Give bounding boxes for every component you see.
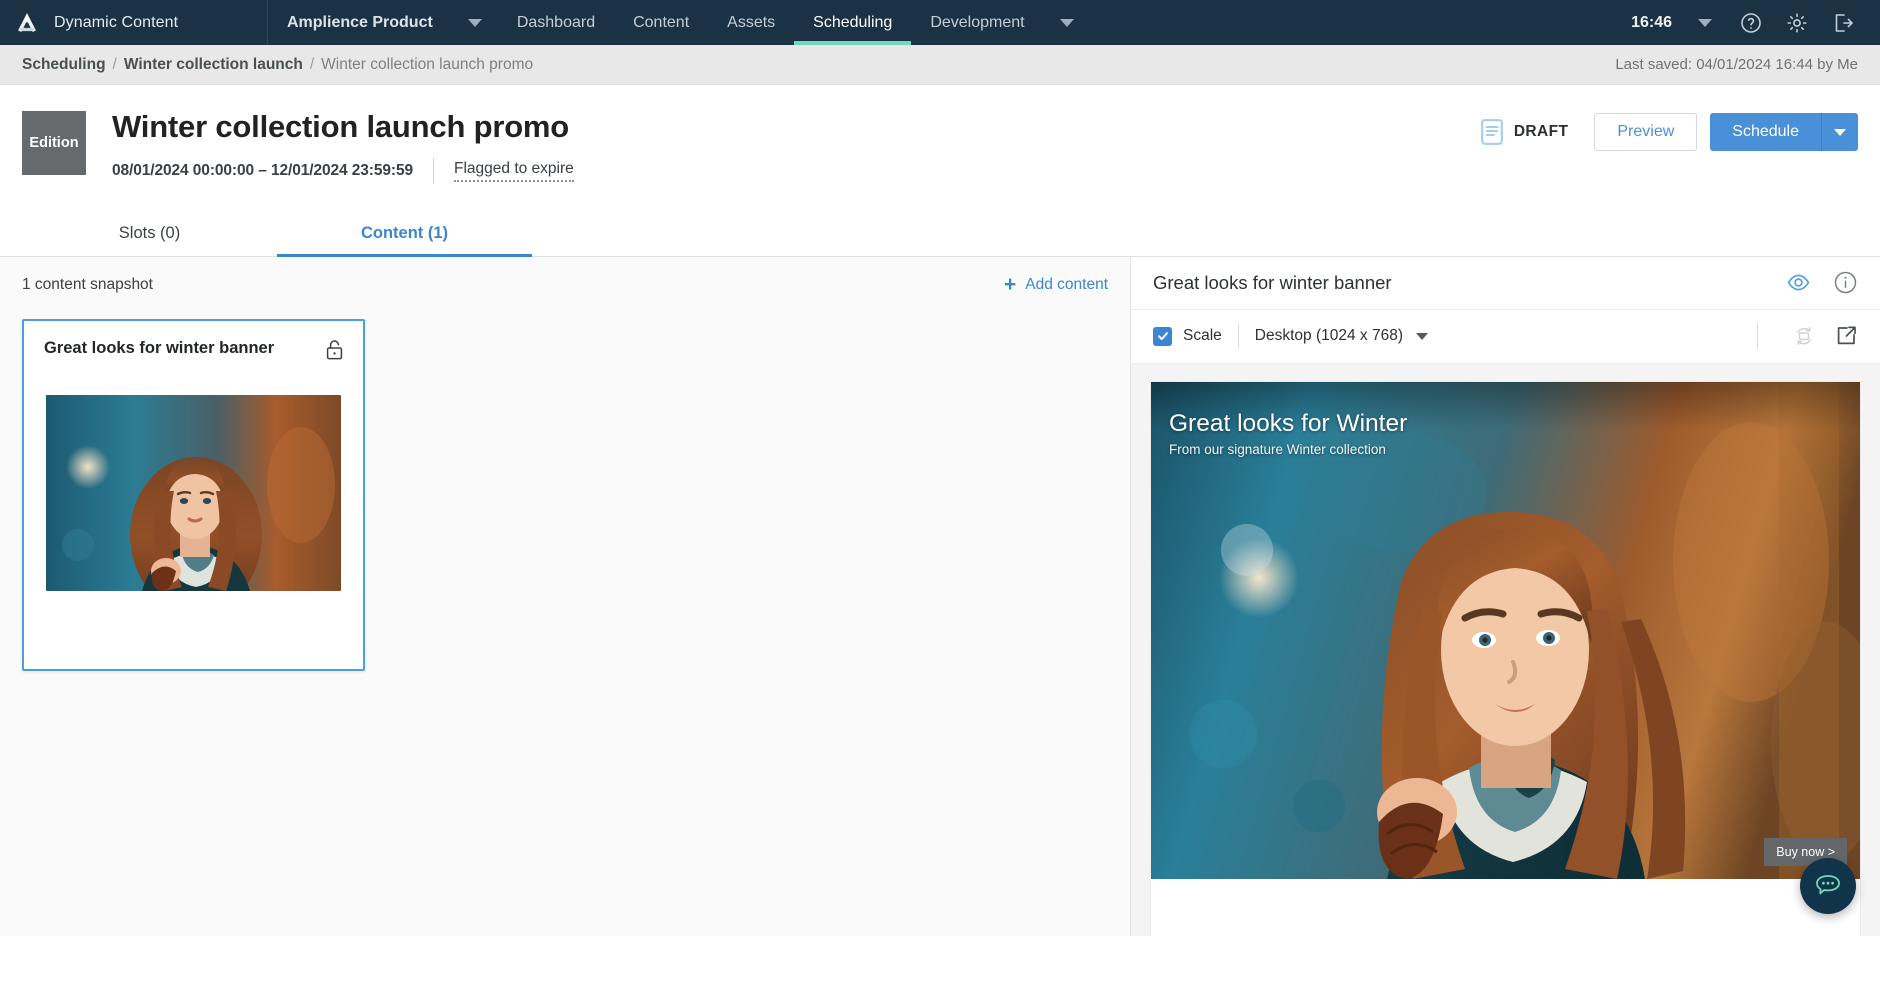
check-icon xyxy=(1157,332,1168,341)
brand-block[interactable]: Dynamic Content xyxy=(0,0,268,45)
chevron-down-icon xyxy=(1698,18,1712,27)
nav-item-content[interactable]: Content xyxy=(614,0,708,45)
preview-pane: Great looks for winter banner Scale Desk… xyxy=(1131,256,1880,936)
preview-stage: Great looks for Winter From our signatur… xyxy=(1131,363,1880,936)
nav-item-scheduling[interactable]: Scheduling xyxy=(794,0,912,45)
brand-label: Dynamic Content xyxy=(54,13,179,31)
breadcrumb-separator: / xyxy=(309,55,315,73)
gear-icon xyxy=(1787,12,1807,33)
winter-banner-thumbnail-image xyxy=(46,394,341,591)
content-list-pane: 1 content snapshot + Add content Great l… xyxy=(0,256,1131,936)
page-subheader: 08/01/2024 00:00:00 – 12/01/2024 23:59:5… xyxy=(112,157,574,184)
status-label: DRAFT xyxy=(1513,123,1569,140)
amplience-logo-icon xyxy=(14,10,40,36)
info-circle-icon[interactable] xyxy=(1833,270,1858,295)
snapshot-count-label: 1 content snapshot xyxy=(22,275,153,293)
nav-overflow-caret[interactable] xyxy=(1044,0,1090,45)
preview-frame: Great looks for Winter From our signatur… xyxy=(1151,381,1860,936)
edition-date-range: 08/01/2024 00:00:00 – 12/01/2024 23:59:5… xyxy=(112,161,413,179)
logout-button[interactable] xyxy=(1820,0,1866,45)
breadcrumb-item-scheduling[interactable]: Scheduling xyxy=(22,56,106,74)
chat-bubble-icon xyxy=(1816,874,1840,894)
schedule-button-group: Schedule xyxy=(1710,113,1858,151)
content-snapshot-card[interactable]: Great looks for winter banner xyxy=(22,318,365,671)
top-navigation-bar: Dynamic Content Amplience Product Dashbo… xyxy=(0,0,1880,45)
preview-pane-header: Great looks for winter banner xyxy=(1131,257,1880,310)
last-saved-text: Last saved: 04/01/2024 16:44 by Me xyxy=(1615,56,1858,73)
divider xyxy=(433,157,434,184)
page-header-text: Winter collection launch promo 08/01/202… xyxy=(112,107,574,184)
rotate-device-icon[interactable] xyxy=(1792,324,1816,348)
divider xyxy=(1237,323,1239,350)
nav-hub-caret[interactable] xyxy=(452,0,498,45)
nav-item-development[interactable]: Development xyxy=(911,0,1043,45)
breadcrumb-item-edition-list[interactable]: Winter collection launch xyxy=(124,56,303,74)
clock-dropdown-button[interactable] xyxy=(1682,0,1728,45)
snapshot-card-grid: Great looks for winter banner xyxy=(0,313,1130,671)
schedule-button[interactable]: Schedule xyxy=(1710,113,1821,151)
status-badge: DRAFT xyxy=(1480,119,1569,145)
scale-label: Scale xyxy=(1183,327,1222,345)
clock-display: 16:46 xyxy=(1631,13,1672,31)
preview-button[interactable]: Preview xyxy=(1594,113,1698,151)
breadcrumb-separator: / xyxy=(112,55,117,73)
banner-subheading: From our signature Winter collection xyxy=(1169,441,1386,457)
banner-text-block: Great looks for Winter From our signatur… xyxy=(1169,410,1407,457)
nav-item-assets[interactable]: Assets xyxy=(708,0,794,45)
preview-toolbar: Scale Desktop (1024 x 768) xyxy=(1131,310,1880,364)
tab-slots[interactable]: Slots (0) xyxy=(22,210,277,256)
page-header: Edition Winter collection launch promo 0… xyxy=(0,85,1880,184)
preview-pane-header-icons xyxy=(1786,270,1858,295)
page-header-actions: DRAFT Preview Schedule xyxy=(1480,107,1858,151)
snapshot-card-header: Great looks for winter banner xyxy=(44,339,343,365)
chat-support-button[interactable] xyxy=(1800,857,1856,914)
device-select[interactable]: Desktop (1024 x 768) xyxy=(1255,327,1428,345)
document-icon xyxy=(1480,119,1503,145)
chevron-down-icon xyxy=(1834,128,1846,136)
unlocked-padlock-icon[interactable] xyxy=(326,339,343,365)
add-content-label: Add content xyxy=(1025,275,1108,293)
banner-heading: Great looks for Winter xyxy=(1169,409,1408,437)
breadcrumb-bar: Scheduling / Winter collection launch / … xyxy=(0,45,1880,85)
device-select-value: Desktop (1024 x 768) xyxy=(1254,327,1403,345)
tab-content[interactable]: Content (1) xyxy=(277,210,532,257)
divider xyxy=(1757,323,1758,350)
banner-preview: Great looks for Winter From our signatur… xyxy=(1151,381,1860,879)
help-button[interactable] xyxy=(1728,0,1774,45)
snapshot-thumbnail xyxy=(46,394,341,591)
content-list-toolbar: 1 content snapshot + Add content xyxy=(0,256,1130,313)
settings-button[interactable] xyxy=(1774,0,1820,45)
add-content-button[interactable]: + Add content xyxy=(1004,274,1108,295)
plus-icon: + xyxy=(1004,273,1017,297)
nav-item-dashboard[interactable]: Dashboard xyxy=(498,0,614,45)
breadcrumb-item-current: Winter collection launch promo xyxy=(321,55,534,73)
preview-pane-title: Great looks for winter banner xyxy=(1153,271,1392,293)
nav-items: Amplience Product Dashboard Content Asse… xyxy=(268,0,1090,45)
scale-checkbox[interactable] xyxy=(1153,326,1172,346)
eye-icon[interactable] xyxy=(1786,270,1811,295)
tab-bar: Slots (0) Content (1) xyxy=(0,210,1880,257)
chevron-down-icon xyxy=(467,18,482,27)
logout-icon xyxy=(1835,13,1853,32)
edition-badge: Edition xyxy=(22,111,86,175)
page-title: Winter collection launch promo xyxy=(112,109,570,144)
chevron-down-icon xyxy=(1059,18,1074,27)
open-in-new-icon[interactable] xyxy=(1834,324,1858,348)
preview-toolbar-right xyxy=(1741,323,1858,350)
nav-hub-selector[interactable]: Amplience Product xyxy=(268,0,452,45)
flagged-to-expire-link[interactable]: Flagged to expire xyxy=(454,160,574,182)
nav-right-cluster: 16:46 xyxy=(1621,0,1880,45)
help-circle-icon xyxy=(1741,12,1761,33)
snapshot-card-title: Great looks for winter banner xyxy=(44,338,275,357)
schedule-dropdown-button[interactable] xyxy=(1821,113,1858,151)
main-content-area: 1 content snapshot + Add content Great l… xyxy=(0,256,1880,936)
chevron-down-icon xyxy=(1415,332,1428,340)
